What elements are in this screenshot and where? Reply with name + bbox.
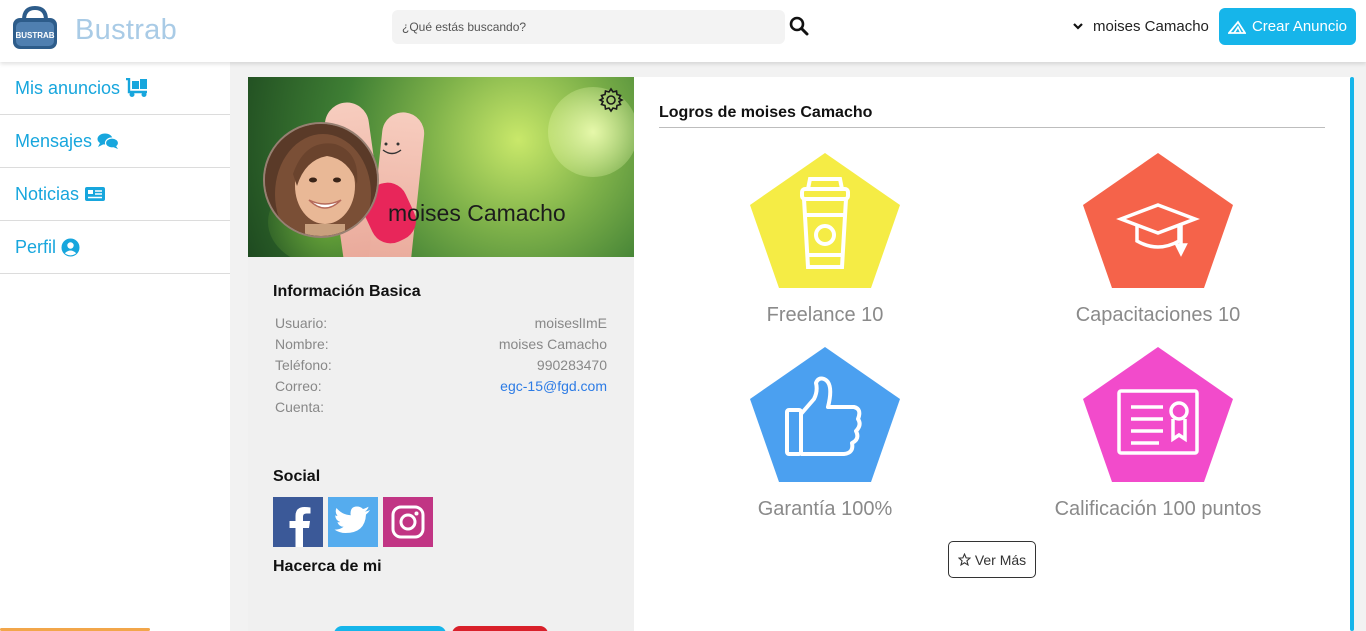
scrollbar-thumb[interactable] — [1350, 77, 1354, 631]
info-row-telefono: Teléfono: 990283470 — [275, 357, 607, 378]
badge-label: Freelance 10 — [766, 304, 884, 326]
badge-garantia[interactable] — [750, 347, 900, 482]
badge-capacitaciones[interactable] — [1083, 153, 1233, 288]
sidebar-item-perfil[interactable]: Perfil — [0, 221, 230, 274]
profile-action-button-2[interactable] — [452, 626, 548, 631]
ver-mas-button[interactable]: Ver Más — [948, 541, 1036, 578]
create-ad-button[interactable]: Crear Anuncio — [1219, 8, 1356, 45]
create-ad-label: Crear Anuncio — [1251, 18, 1348, 35]
cover-user-name: moises Camacho — [388, 200, 566, 226]
divider — [659, 127, 1325, 128]
instagram-link[interactable] — [383, 497, 433, 547]
info-label: Correo: — [275, 378, 322, 394]
user-name: moises Camacho — [1093, 17, 1209, 35]
info-row-cuenta: Cuenta: — [275, 399, 607, 420]
chevron-down-icon — [1073, 23, 1083, 30]
search-input[interactable] — [392, 10, 785, 44]
badge-freelance[interactable] — [750, 153, 900, 288]
top-bar: BUSTRAB Bustrab moises Camacho Crear Anu… — [0, 0, 1366, 62]
newspaper-icon — [85, 187, 106, 201]
sidebar-item-noticias[interactable]: Noticias — [0, 168, 230, 221]
user-circle-icon — [61, 238, 80, 256]
info-label: Cuenta: — [275, 399, 325, 415]
user-menu[interactable]: moises Camacho — [1072, 16, 1209, 36]
search-icon[interactable] — [789, 15, 809, 37]
about-title: Hacerca de mi — [273, 558, 382, 575]
sidebar: Mis anuncios Mensajes Noticias Perfil — [0, 62, 230, 631]
brand-name[interactable]: Bustrab — [75, 14, 177, 47]
comments-icon — [97, 133, 120, 149]
sidebar-item-label: Perfil — [15, 236, 57, 257]
dolly-icon — [126, 78, 148, 97]
basic-info-title: Información Basica — [273, 283, 421, 300]
facebook-icon — [289, 507, 311, 547]
twitter-icon — [334, 506, 370, 533]
info-value: 990283470 — [536, 357, 607, 373]
info-value: moises Camacho — [498, 336, 607, 352]
sidebar-item-label: Mis anuncios — [15, 77, 121, 98]
achievements-title: Logros de moises Camacho — [659, 104, 873, 121]
info-row-correo: Correo: egc-15@fgd.com — [275, 378, 607, 399]
gear-icon[interactable] — [598, 87, 624, 113]
badge-label: Calificación 100 puntos — [1054, 498, 1262, 520]
ver-mas-label: Ver Más — [974, 551, 1027, 568]
info-row-usuario: Usuario: moiseslImE — [275, 315, 607, 336]
email-link[interactable]: egc-15@fgd.com — [500, 378, 607, 399]
facebook-link[interactable] — [273, 497, 323, 547]
star-icon — [957, 553, 971, 566]
info-value: moiseslImE — [534, 315, 607, 331]
info-row-nombre: Nombre: moises Camacho — [275, 336, 607, 357]
sidebar-item-mis-anuncios[interactable]: Mis anuncios — [0, 62, 230, 115]
avatar[interactable] — [263, 122, 379, 238]
social-title: Social — [273, 468, 321, 485]
sidebar-item-mensajes[interactable]: Mensajes — [0, 115, 230, 168]
info-label: Nombre: — [275, 336, 329, 352]
sidebar-item-label: Mensajes — [15, 130, 93, 151]
sidebar-item-label: Noticias — [15, 183, 80, 204]
instagram-icon — [391, 505, 425, 539]
info-label: Teléfono: — [275, 357, 332, 373]
info-label: Usuario: — [275, 315, 328, 331]
badge-label: Garantía 100% — [757, 498, 893, 520]
cover-image: moises Camacho — [248, 77, 634, 257]
social-links — [273, 497, 433, 547]
bustrab-logo[interactable]: BUSTRAB — [12, 6, 58, 50]
megaphone-icon — [1227, 19, 1246, 34]
twitter-link[interactable] — [328, 497, 378, 547]
achievements-panel: Logros de moises Camacho Freelance 10 Ca… — [634, 77, 1352, 631]
profile-action-button-1[interactable] — [334, 626, 446, 631]
badge-label: Capacitaciones 10 — [1075, 304, 1241, 326]
profile-card: moises Camacho Información Basica Usuari… — [248, 77, 634, 631]
scrollbar-track[interactable] — [1352, 62, 1366, 631]
logo-text: BUSTRAB — [15, 31, 54, 40]
badge-calificacion[interactable] — [1083, 347, 1233, 482]
